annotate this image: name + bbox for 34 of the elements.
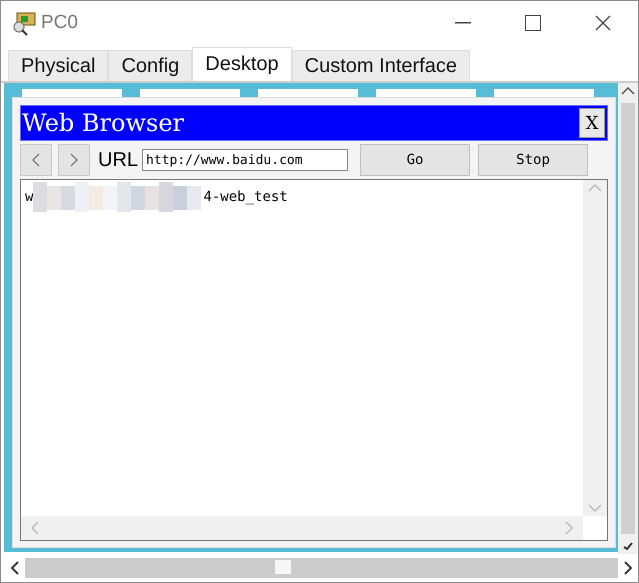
url-label: URL <box>98 148 138 172</box>
tab[interactable]: Physical <box>8 50 108 81</box>
chevron-left-icon <box>11 561 19 575</box>
scrollbar-thumb[interactable] <box>621 103 635 534</box>
tab[interactable]: Config <box>108 50 192 81</box>
pc-app-icon <box>11 10 37 36</box>
page-text: 4-web_test <box>203 189 288 205</box>
chevron-right-icon <box>70 153 78 167</box>
tab[interactable]: Desktop <box>192 47 292 81</box>
url-field[interactable]: http://www.baidu.com <box>142 149 348 171</box>
tab[interactable]: Custom Interface <box>292 50 470 81</box>
chevron-down-icon <box>588 504 602 512</box>
page-text: w <box>25 189 34 205</box>
vertical-scrollbar[interactable] <box>618 83 638 554</box>
browser-close-button[interactable]: X <box>579 108 605 138</box>
chevron-left-icon <box>31 521 39 535</box>
chevron-right-icon <box>624 561 632 575</box>
close-icon <box>595 15 611 31</box>
chevron-right-icon <box>565 521 573 535</box>
chevron-left-icon <box>32 153 40 167</box>
browser-button[interactable]: Go <box>360 144 470 176</box>
forward-button[interactable] <box>58 144 90 176</box>
maximize-icon <box>525 15 541 31</box>
horizontal-scrollbar[interactable] <box>21 516 583 540</box>
back-button[interactable] <box>20 144 52 176</box>
chevron-up-icon <box>621 87 635 95</box>
resize-grip-icon <box>623 542 633 550</box>
browser-button[interactable]: Stop <box>478 144 588 176</box>
scrollbar-thumb[interactable] <box>275 560 291 574</box>
browser-title: Web Browser <box>21 109 185 137</box>
window-title: PC0 <box>41 12 79 34</box>
chevron-up-icon <box>588 184 602 192</box>
minimize-icon <box>455 22 471 24</box>
vertical-scrollbar[interactable] <box>583 180 607 516</box>
